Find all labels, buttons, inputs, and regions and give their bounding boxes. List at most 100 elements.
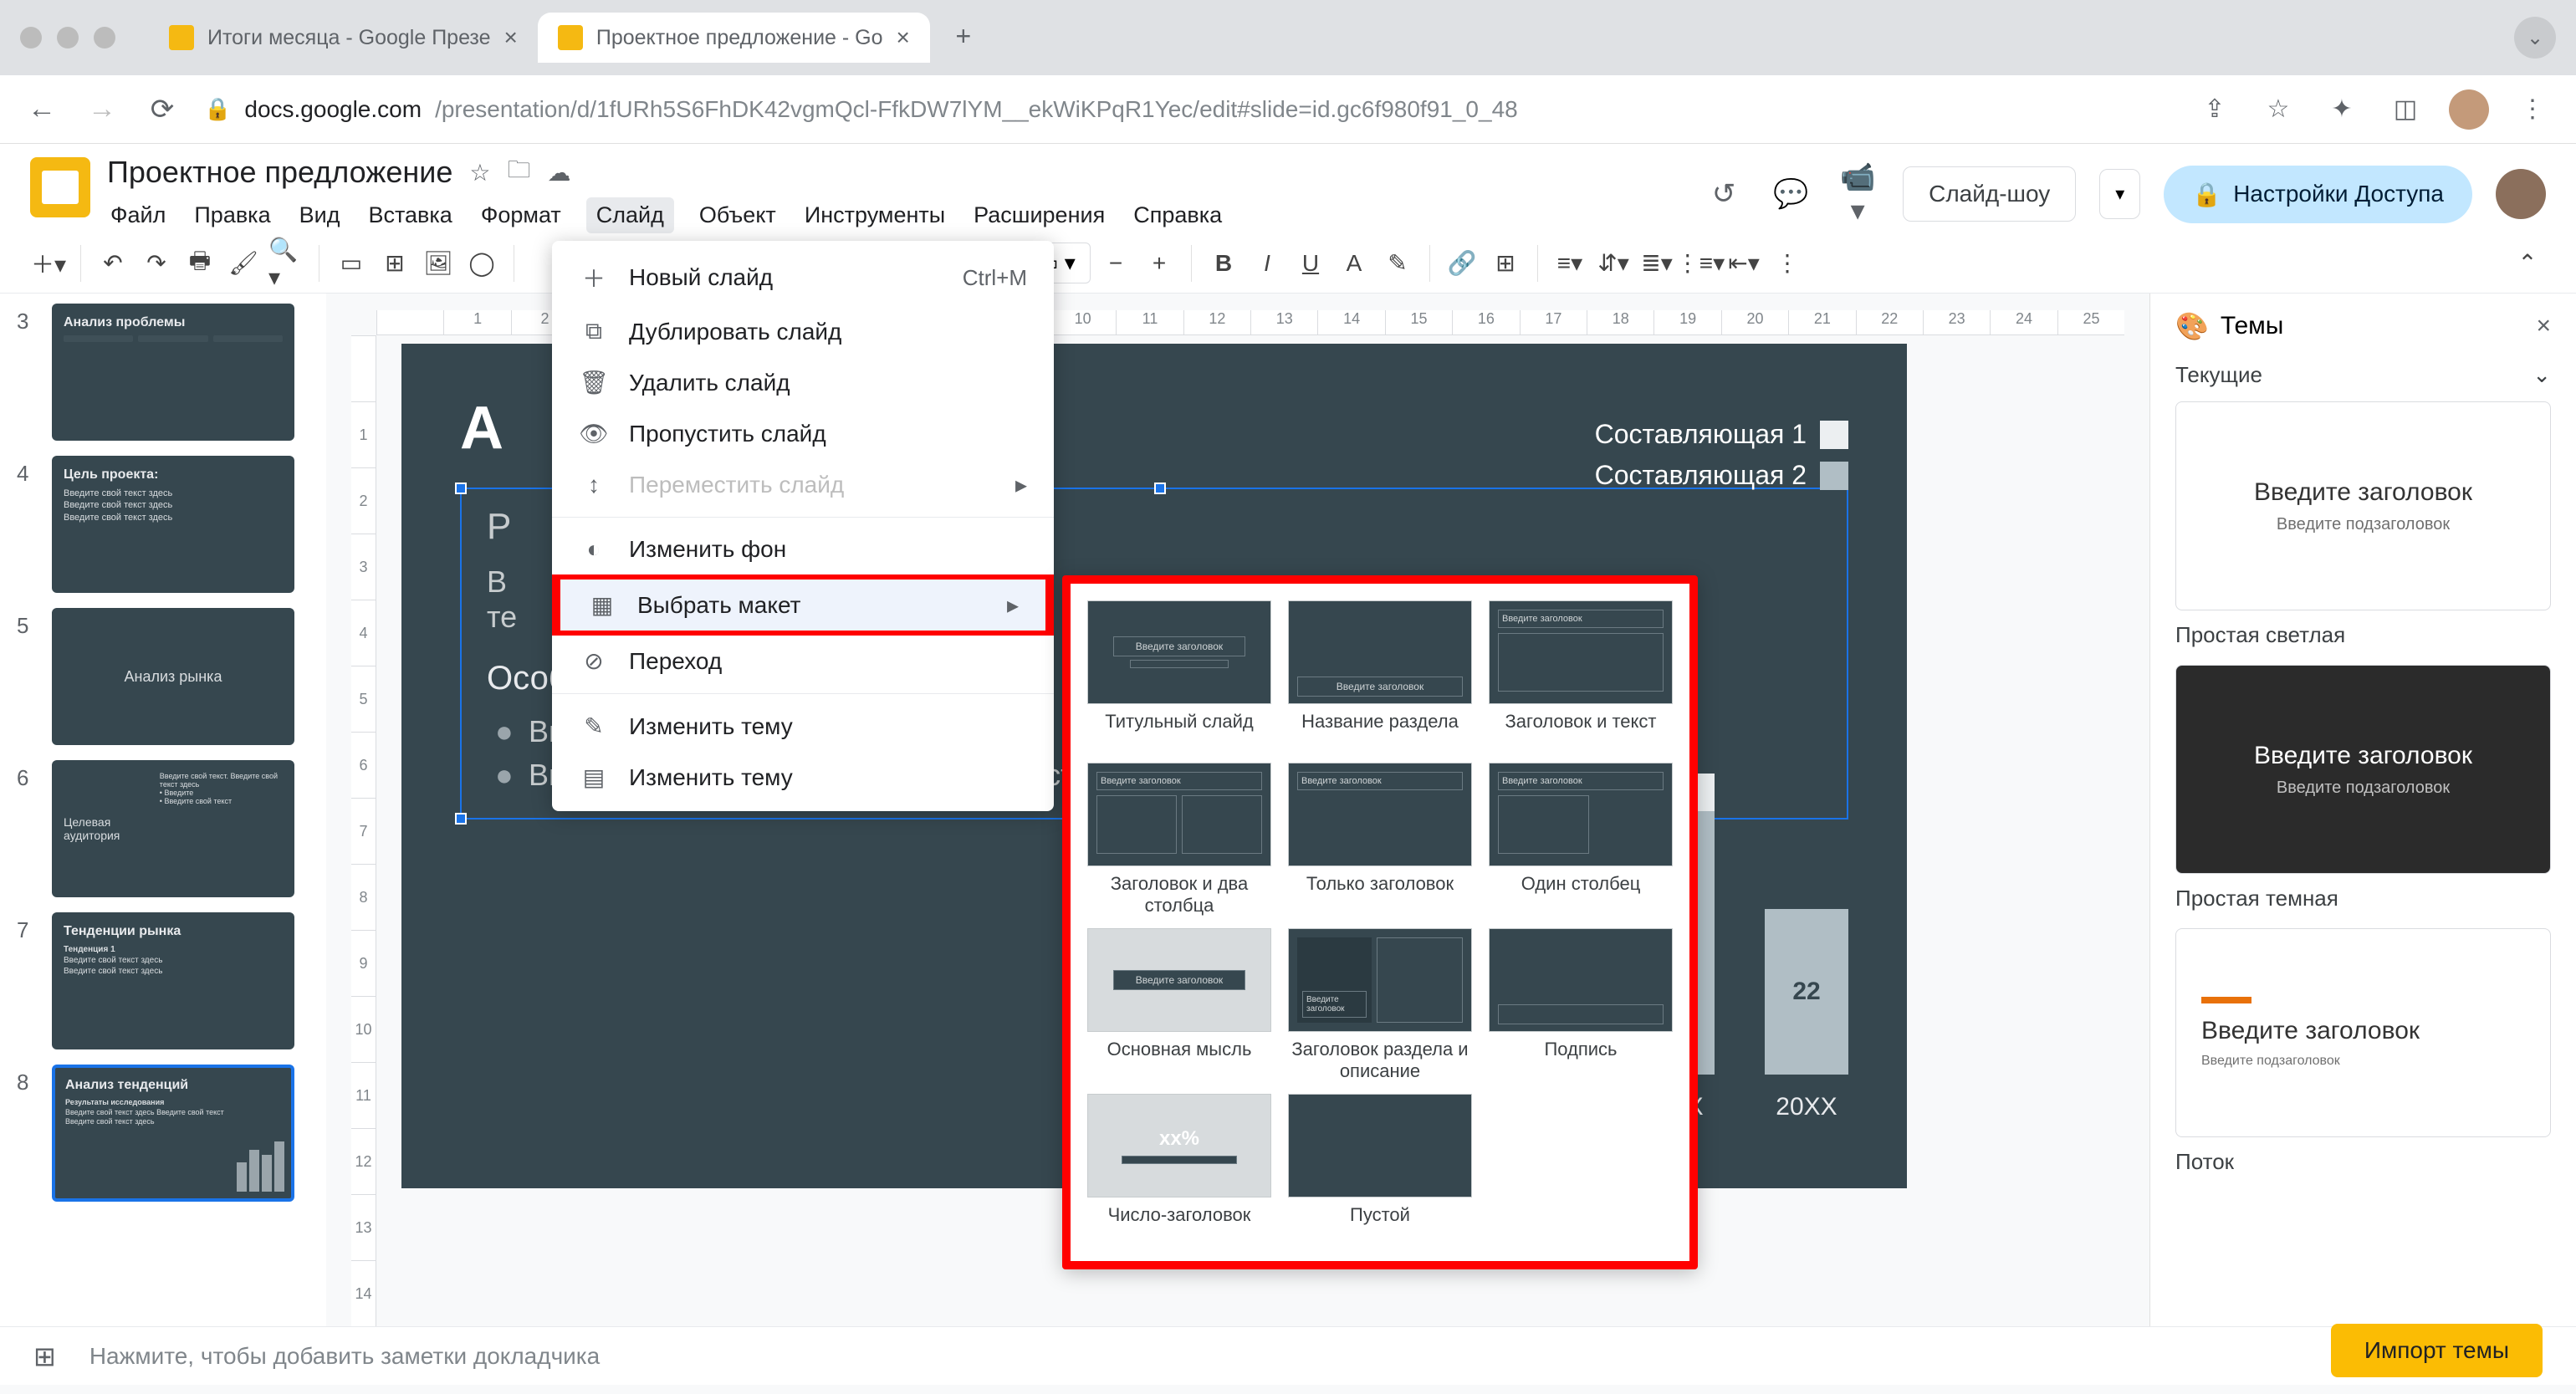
theme-card-dark[interactable]: Введите заголовок Введите подзаголовок bbox=[2175, 665, 2551, 874]
slide-thumbnail[interactable]: Цель проекта:Введите свой текст здесьВве… bbox=[52, 456, 294, 593]
numbered-list-button[interactable]: ≣▾ bbox=[1638, 245, 1675, 282]
slide-thumbnail-panel[interactable]: 3Анализ проблемы4Цель проекта:Введите св… bbox=[0, 294, 326, 1326]
slide-thumbnail[interactable]: Тенденции рынкаТенденция 1Введите свой т… bbox=[52, 912, 294, 1049]
theme-card-current[interactable]: Введите заголовок Введите подзаголовок bbox=[2175, 401, 2551, 610]
menu-insert[interactable]: Вставка bbox=[365, 197, 455, 233]
cloud-status-icon[interactable]: ☁ bbox=[548, 159, 571, 186]
star-icon[interactable]: ☆ bbox=[469, 159, 490, 186]
slide-thumbnail[interactable]: Целевая аудиторияВведите свой текст. Вве… bbox=[52, 760, 294, 897]
menu-item[interactable]: ▦Выбрать макет▸ bbox=[552, 574, 1054, 636]
menu-extensions[interactable]: Расширения bbox=[970, 197, 1108, 233]
link-button[interactable]: 🔗 bbox=[1444, 245, 1480, 282]
doc-title[interactable]: Проектное предложение bbox=[107, 155, 452, 190]
menu-view[interactable]: Вид bbox=[296, 197, 344, 233]
tab-close-icon[interactable]: × bbox=[897, 24, 910, 51]
browser-tab-0[interactable]: Итоги месяца - Google Презе × bbox=[149, 13, 538, 63]
textbox-tool[interactable]: ⊞ bbox=[376, 245, 413, 282]
font-plus[interactable]: + bbox=[1141, 245, 1178, 282]
comments-icon[interactable]: 💬 bbox=[1769, 177, 1812, 211]
theme-card-flow[interactable]: Введите заголовок Введите подзаголовок bbox=[2175, 928, 2551, 1137]
layout-option[interactable]: Введите заголовокОдин столбец bbox=[1489, 763, 1673, 917]
back-button[interactable]: ← bbox=[23, 93, 60, 125]
layout-option[interactable]: Подпись bbox=[1489, 928, 1673, 1082]
shape-tool[interactable]: ◯ bbox=[463, 245, 500, 282]
comment-button[interactable]: ⊞ bbox=[1487, 245, 1524, 282]
layout-option[interactable]: Введите заголовокЗаголовок раздела и опи… bbox=[1288, 928, 1472, 1082]
text-color-button[interactable]: A bbox=[1336, 245, 1372, 282]
image-tool[interactable]: 🖼 bbox=[420, 245, 457, 282]
menu-file[interactable]: Файл bbox=[107, 197, 169, 233]
menu-format[interactable]: Формат bbox=[478, 197, 565, 233]
undo-button[interactable]: ↶ bbox=[95, 245, 131, 282]
extensions-icon[interactable]: ✦ bbox=[2322, 94, 2362, 124]
new-tab-button[interactable]: + bbox=[940, 13, 987, 59]
maximize-window-icon[interactable] bbox=[94, 27, 115, 49]
layout-option[interactable]: xx%Число-заголовок bbox=[1087, 1094, 1271, 1244]
history-icon[interactable]: ↺ bbox=[1702, 177, 1745, 211]
meet-icon[interactable]: 📹▾ bbox=[1836, 161, 1879, 227]
profile-avatar[interactable] bbox=[2449, 89, 2489, 130]
minimize-window-icon[interactable] bbox=[57, 27, 79, 49]
themes-section-toggle[interactable]: Текущие ⌄ bbox=[2175, 362, 2551, 388]
grid-view-icon[interactable]: ⊞ bbox=[33, 1340, 56, 1372]
layout-option[interactable]: Пустой bbox=[1288, 1094, 1472, 1244]
forward-button[interactable]: → bbox=[84, 93, 120, 125]
slideshow-caret[interactable]: ▾ bbox=[2099, 169, 2140, 219]
speaker-notes-placeholder[interactable]: Нажмите, чтобы добавить заметки докладчи… bbox=[89, 1343, 2543, 1370]
bulleted-list-button[interactable]: ⋮≡▾ bbox=[1682, 245, 1719, 282]
bold-button[interactable]: B bbox=[1205, 245, 1242, 282]
import-theme-button[interactable]: Импорт темы bbox=[2331, 1324, 2543, 1377]
reload-button[interactable]: ⟳ bbox=[144, 93, 181, 126]
account-avatar[interactable] bbox=[2496, 169, 2546, 219]
paint-format-button[interactable]: 🖌 bbox=[225, 245, 262, 282]
menu-item[interactable]: 🗑Удалить слайд bbox=[552, 357, 1054, 408]
menu-item[interactable]: ⧉Дублировать слайд bbox=[552, 306, 1054, 357]
kebab-menu-icon[interactable]: ⋮ bbox=[2512, 94, 2553, 124]
redo-button[interactable]: ↷ bbox=[138, 245, 175, 282]
layout-option[interactable]: Введите заголовокЗаголовок и два столбца bbox=[1087, 763, 1271, 917]
layout-option[interactable]: Введите заголовокТолько заголовок bbox=[1288, 763, 1472, 917]
menu-item[interactable]: 👁Пропустить слайд bbox=[552, 408, 1054, 459]
menu-help[interactable]: Справка bbox=[1130, 197, 1225, 233]
align-button[interactable]: ≡▾ bbox=[1551, 245, 1588, 282]
layout-option[interactable]: Введите заголовокЗаголовок и текст bbox=[1489, 600, 1673, 751]
share-page-icon[interactable]: ⇪ bbox=[2195, 94, 2235, 124]
zoom-button[interactable]: 🔍▾ bbox=[268, 245, 305, 282]
layout-option[interactable]: Введите заголовокОсновная мысль bbox=[1087, 928, 1271, 1082]
print-button[interactable]: 🖶 bbox=[181, 245, 218, 282]
slideshow-button[interactable]: Слайд-шоу bbox=[1903, 166, 2076, 222]
url-input[interactable]: 🔒 docs.google.com/presentation/d/1fURh5S… bbox=[204, 96, 2171, 123]
slide-thumbnail[interactable]: Анализ проблемы bbox=[52, 304, 294, 441]
collapse-toolbar-icon[interactable]: ⌃ bbox=[2509, 245, 2546, 282]
slide-thumbnail[interactable]: Анализ рынка bbox=[52, 608, 294, 745]
menu-item[interactable]: ▤Изменить тему bbox=[552, 752, 1054, 803]
menu-item[interactable]: ◐Изменить фон bbox=[552, 524, 1054, 574]
close-icon[interactable]: × bbox=[2536, 312, 2551, 340]
slides-logo-icon[interactable] bbox=[30, 157, 90, 217]
new-slide-button[interactable]: ＋▾ bbox=[30, 245, 67, 282]
menu-slide[interactable]: Слайд bbox=[586, 197, 674, 233]
browser-tab-1[interactable]: Проектное предложение - Go × bbox=[538, 13, 930, 63]
share-button[interactable]: 🔒 Настройки Доступа bbox=[2164, 166, 2472, 223]
menu-tools[interactable]: Инструменты bbox=[801, 197, 948, 233]
slide-thumbnail[interactable]: Анализ тенденцийРезультаты исследованияВ… bbox=[52, 1065, 294, 1202]
font-minus[interactable]: − bbox=[1097, 245, 1134, 282]
menu-item[interactable]: ✎Изменить тему bbox=[552, 701, 1054, 752]
tab-close-icon[interactable]: × bbox=[504, 24, 518, 51]
tabs-overflow-icon[interactable]: ⌄ bbox=[2514, 17, 2556, 59]
layout-option[interactable]: Введите заголовокТитульный слайд bbox=[1087, 600, 1271, 751]
underline-button[interactable]: U bbox=[1292, 245, 1329, 282]
highlight-button[interactable]: ✎ bbox=[1379, 245, 1416, 282]
menu-object[interactable]: Объект bbox=[696, 197, 779, 233]
italic-button[interactable]: I bbox=[1249, 245, 1285, 282]
menu-edit[interactable]: Правка bbox=[191, 197, 273, 233]
more-button[interactable]: ⋮ bbox=[1769, 245, 1806, 282]
menu-item[interactable]: ⊘Переход bbox=[552, 636, 1054, 687]
menu-item[interactable]: ＋Новый слайдCtrl+M bbox=[552, 249, 1054, 306]
sidepanel-icon[interactable]: ◫ bbox=[2385, 94, 2425, 124]
line-spacing-button[interactable]: ⇵▾ bbox=[1595, 245, 1632, 282]
layout-option[interactable]: Введите заголовокНазвание раздела bbox=[1288, 600, 1472, 751]
select-tool[interactable]: ▭ bbox=[333, 245, 370, 282]
indent-button[interactable]: ⇤▾ bbox=[1725, 245, 1762, 282]
bookmark-icon[interactable]: ☆ bbox=[2258, 94, 2298, 124]
